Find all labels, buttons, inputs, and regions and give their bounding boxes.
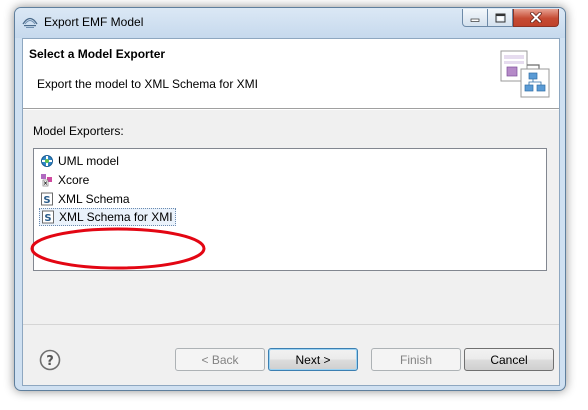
close-button[interactable] <box>513 9 559 27</box>
minimize-icon <box>470 18 480 22</box>
dialog-client-area: Select a Model Exporter Export the model… <box>22 38 560 386</box>
model-exporters-label: Model Exporters: <box>33 124 124 138</box>
list-item-label: Xcore <box>58 173 90 187</box>
help-icon[interactable]: ? <box>39 349 61 371</box>
uml-model-icon <box>41 155 53 167</box>
model-exporters-list[interactable]: UML model Xcore S XML Schema S XML Schem… <box>33 148 547 271</box>
list-item-xml-schema-for-xmi[interactable]: S XML Schema for XMI <box>39 208 176 226</box>
page-description: Export the model to XML Schema for XMI <box>37 77 258 91</box>
title-bar[interactable]: Export EMF Model <box>15 8 565 38</box>
export-emf-model-dialog: Export EMF Model Select a Model Exporter… <box>14 7 566 391</box>
page-title: Select a Model Exporter <box>29 47 166 61</box>
minimize-button[interactable] <box>462 9 488 27</box>
xml-schema-icon: S <box>41 192 53 206</box>
svg-text:S: S <box>43 195 50 206</box>
model-export-wizard-icon <box>500 50 550 98</box>
list-item-label: UML model <box>58 154 119 168</box>
list-item-xcore[interactable]: Xcore <box>40 171 91 189</box>
svg-text:?: ? <box>46 354 54 369</box>
close-icon <box>530 12 542 23</box>
cancel-button[interactable]: Cancel <box>464 348 554 371</box>
footer-separator <box>23 324 559 325</box>
wizard-header: Select a Model Exporter Export the model… <box>23 39 559 109</box>
finish-button[interactable]: Finish <box>371 348 461 371</box>
list-item-uml-model[interactable]: UML model <box>40 152 121 170</box>
window-title: Export EMF Model <box>44 15 144 29</box>
svg-text:S: S <box>44 213 51 224</box>
emf-logo-icon <box>22 17 38 28</box>
next-button[interactable]: Next > <box>268 348 358 371</box>
xml-schema-icon: S <box>42 210 54 224</box>
list-item-label: XML Schema for XMI <box>59 210 173 224</box>
list-item-label: XML Schema <box>58 192 130 206</box>
maximize-button[interactable] <box>488 9 513 27</box>
list-item-xml-schema[interactable]: S XML Schema <box>40 190 132 208</box>
maximize-icon <box>495 13 505 22</box>
header-separator <box>23 109 559 110</box>
xcore-icon <box>41 174 52 187</box>
back-button[interactable]: < Back <box>175 348 265 371</box>
